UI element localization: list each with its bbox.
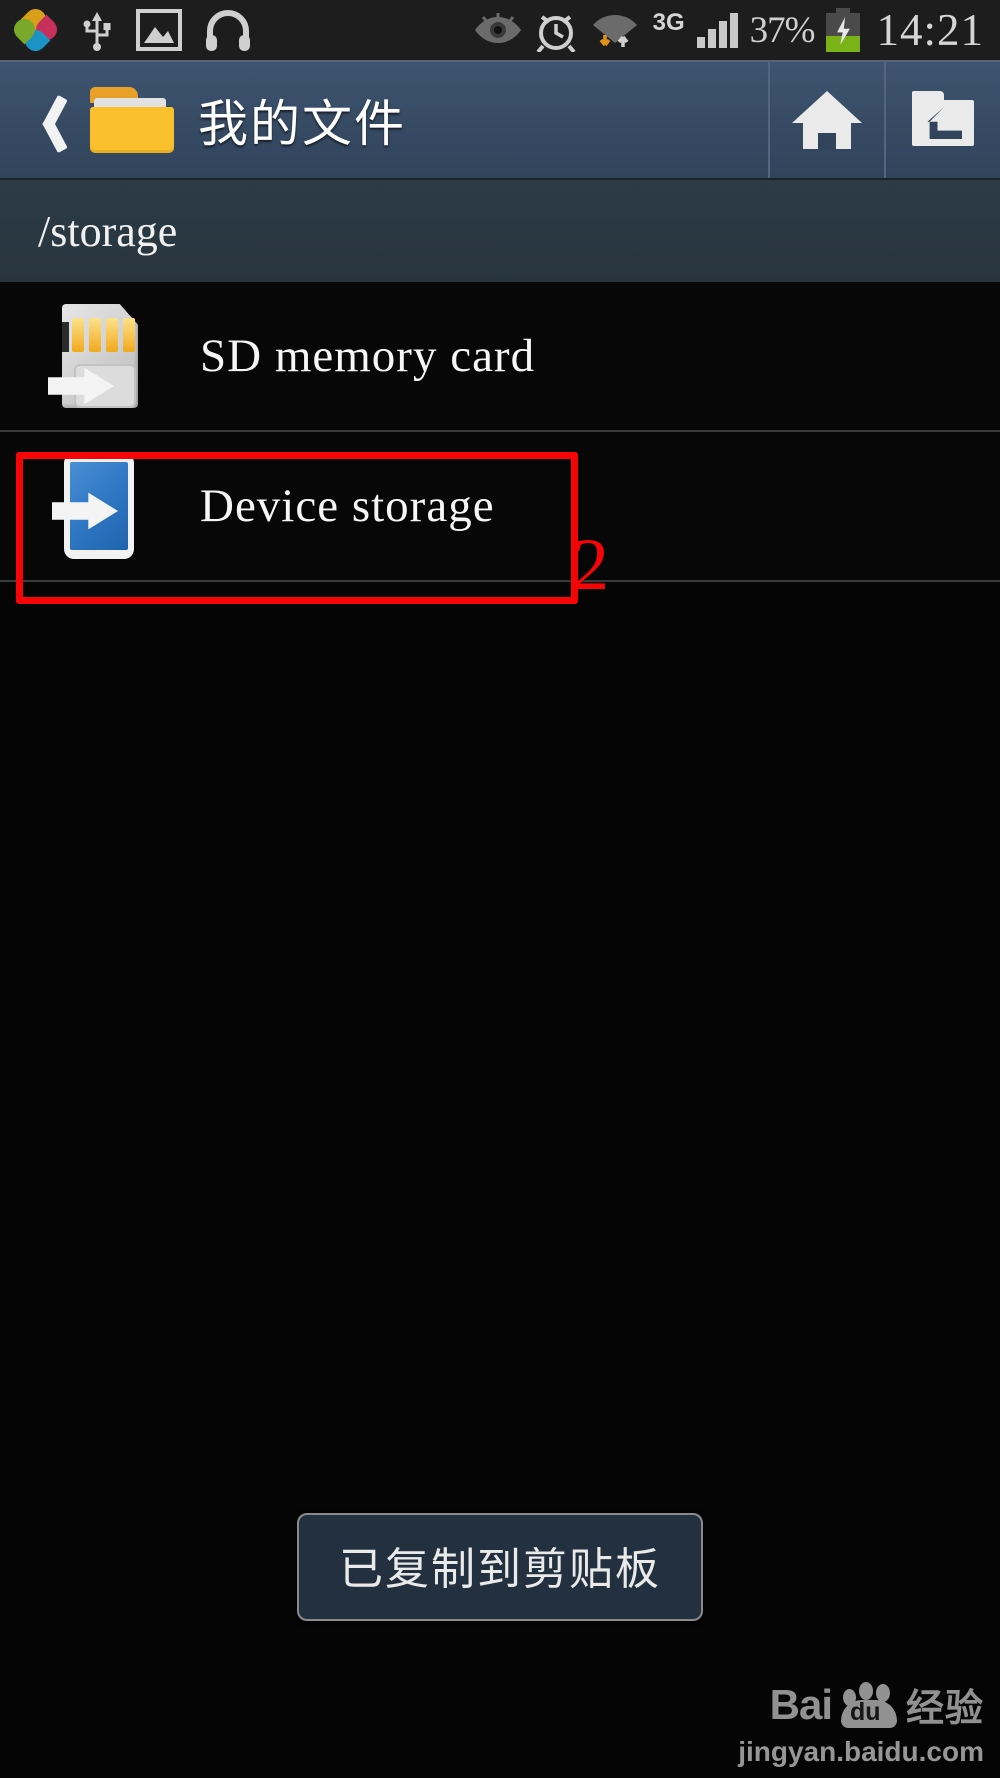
clock-label: 14:21 — [876, 5, 984, 55]
list-item-device-storage[interactable]: Device storage — [0, 432, 1000, 582]
alarm-icon — [536, 15, 576, 52]
status-bar-right-icons: 3G 37% 14:21 — [473, 4, 1000, 56]
list-item-sd-memory-card[interactable]: SD memory card — [0, 282, 1000, 432]
watermark-url: jingyan.baidu.com — [738, 1736, 984, 1767]
app-bar-actions — [768, 61, 1000, 179]
status-bar: 3G 37% 14:21 — [0, 0, 1000, 60]
list-item-label: Device storage — [200, 480, 495, 532]
list-item-label: SD memory card — [200, 330, 536, 382]
page-title: 我的文件 — [198, 95, 406, 153]
app-bar: 我的文件 — [0, 60, 1000, 179]
network-type-label: 3G — [652, 9, 685, 36]
battery-percent-label: 37% — [749, 9, 816, 51]
device-storage-icon — [38, 453, 148, 559]
folder-up-icon — [912, 91, 974, 149]
headphones-icon — [206, 10, 250, 51]
wifi-icon — [592, 15, 637, 47]
phone-screen: 3G 37% 14:21 我的文件 /storage SD memory car… — [0, 0, 1000, 1778]
folder-icon — [90, 87, 174, 153]
watermark-du-text: du — [849, 1697, 881, 1726]
watermark-brand-text: Bai — [769, 1680, 833, 1728]
toast-text: 已复制到剪贴板 — [339, 1544, 661, 1595]
baidu-watermark: Bai du 经验 jingyan.baidu.com — [738, 1677, 984, 1768]
battery-charging-icon — [826, 8, 861, 52]
clover-icon — [9, 4, 62, 56]
path-bar[interactable]: /storage — [0, 178, 1000, 282]
usb-icon — [83, 12, 111, 51]
watermark-suffix-text: 经验 — [905, 1686, 984, 1730]
storage-list: SD memory card Device storage — [0, 282, 1000, 582]
status-bar-left-icons — [0, 4, 252, 56]
home-button[interactable] — [768, 61, 884, 179]
home-icon — [792, 91, 862, 149]
signal-bars-icon — [696, 12, 738, 48]
parent-folder-button[interactable] — [884, 61, 1000, 179]
sd-card-icon — [38, 304, 148, 408]
toast-message: 已复制到剪贴板 — [297, 1513, 703, 1621]
path-label: /storage — [38, 206, 178, 256]
eye-icon — [474, 13, 521, 43]
back-chevron-icon[interactable] — [20, 85, 84, 155]
paw-print-icon: du — [838, 1681, 900, 1728]
image-icon — [136, 9, 182, 51]
